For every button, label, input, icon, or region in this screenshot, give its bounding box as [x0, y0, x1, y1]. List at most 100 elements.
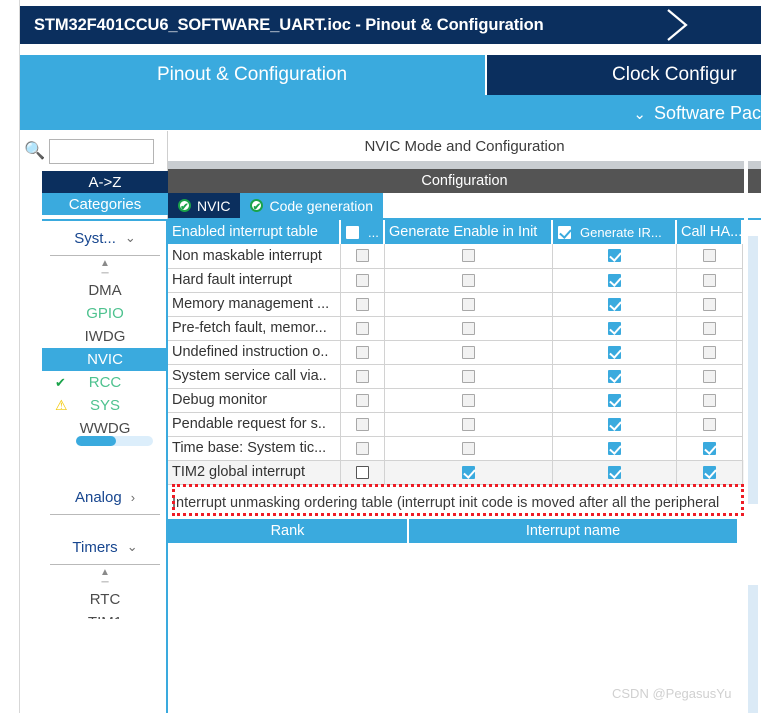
enabled-checkbox[interactable]: [355, 249, 369, 263]
tab-pinout-configuration[interactable]: Pinout & Configuration: [20, 55, 484, 95]
col-rank[interactable]: Rank: [168, 518, 409, 543]
generate-enable-checkbox[interactable]: [461, 393, 475, 407]
tab-nvic[interactable]: ✔ NVIC: [168, 193, 241, 218]
cell-call-hal[interactable]: [676, 244, 743, 269]
cell-enabled[interactable]: [340, 460, 385, 485]
cell-call-hal[interactable]: [676, 340, 743, 365]
call-hal-checkbox[interactable]: [702, 417, 716, 431]
software-packs-menu[interactable]: ⌄ Software Pac: [20, 97, 761, 130]
tab-code-generation[interactable]: ✔ Code generation: [240, 193, 383, 218]
cell-generate-irq[interactable]: [552, 316, 677, 341]
cell-generate-enable[interactable]: [384, 268, 553, 293]
enable-all-checkbox[interactable]: [346, 225, 359, 239]
cell-call-hal[interactable]: [676, 292, 743, 317]
cell-generate-enable[interactable]: [384, 460, 553, 485]
cell-call-hal[interactable]: [676, 412, 743, 437]
enabled-checkbox[interactable]: [355, 369, 369, 383]
generate-enable-checkbox[interactable]: [461, 249, 475, 263]
col-enable-all[interactable]: ...: [340, 220, 385, 244]
table-row[interactable]: Undefined instruction o..: [168, 340, 754, 365]
cell-call-hal[interactable]: [676, 316, 743, 341]
sidebar-item-gpio[interactable]: GPIO: [42, 302, 168, 325]
cell-call-hal[interactable]: [676, 268, 743, 293]
generate-enable-checkbox[interactable]: [461, 321, 475, 335]
col-generate-enable-in-init[interactable]: Generate Enable in Init: [384, 220, 553, 244]
generate-irq-checkbox[interactable]: [607, 321, 621, 335]
generate-enable-checkbox[interactable]: [461, 369, 475, 383]
call-hal-checkbox[interactable]: [702, 321, 716, 335]
table-row[interactable]: Hard fault interrupt: [168, 268, 754, 293]
cell-enabled[interactable]: [340, 292, 385, 317]
cell-generate-enable[interactable]: [384, 436, 553, 461]
enabled-checkbox[interactable]: [355, 321, 369, 335]
cell-call-hal[interactable]: [676, 388, 743, 413]
enabled-checkbox[interactable]: [355, 297, 369, 311]
generate-irq-checkbox[interactable]: [607, 417, 621, 431]
col-generate-irq[interactable]: Generate IR...: [552, 220, 677, 244]
generate-irq-checkbox[interactable]: [607, 441, 621, 455]
generate-irq-checkbox[interactable]: [607, 393, 621, 407]
cell-generate-irq[interactable]: [552, 268, 677, 293]
scroll-up-spinner-icon-timers[interactable]: ▲ ─: [42, 565, 168, 588]
call-hal-checkbox[interactable]: [702, 465, 716, 479]
table-row[interactable]: TIM2 global interrupt: [168, 460, 754, 485]
sidebar-item-nvic[interactable]: NVIC: [42, 348, 168, 371]
tab-clock-configuration[interactable]: Clock Configur: [485, 55, 761, 95]
sidebar-group-analog[interactable]: Analog ›: [42, 480, 168, 514]
enabled-checkbox[interactable]: [355, 345, 369, 359]
table-row[interactable]: System service call via..: [168, 364, 754, 389]
cell-generate-irq[interactable]: [552, 388, 677, 413]
table-row[interactable]: Pendable request for s..: [168, 412, 754, 437]
table-row[interactable]: Debug monitor: [168, 388, 754, 413]
generate-enable-checkbox[interactable]: [461, 465, 475, 479]
call-hal-checkbox[interactable]: [702, 297, 716, 311]
sidebar-item-rtc[interactable]: RTC: [42, 588, 168, 611]
table-row[interactable]: Memory management ...: [168, 292, 754, 317]
cell-generate-enable[interactable]: [384, 340, 553, 365]
cell-enabled[interactable]: [340, 388, 385, 413]
generate-irq-checkbox[interactable]: [607, 273, 621, 287]
call-hal-checkbox[interactable]: [702, 393, 716, 407]
cell-enabled[interactable]: [340, 316, 385, 341]
table-scrollbar[interactable]: [748, 236, 758, 504]
generate-irq-all-checkbox[interactable]: [558, 225, 571, 239]
cell-enabled[interactable]: [340, 268, 385, 293]
cell-enabled[interactable]: [340, 412, 385, 437]
sidebar-group-system[interactable]: Syst... ⌄: [42, 221, 168, 255]
cell-call-hal[interactable]: [676, 460, 743, 485]
cell-generate-irq[interactable]: [552, 460, 677, 485]
call-hal-checkbox[interactable]: [702, 345, 716, 359]
cell-enabled[interactable]: [340, 244, 385, 269]
call-hal-checkbox[interactable]: [702, 249, 716, 263]
cell-generate-irq[interactable]: [552, 412, 677, 437]
search-input[interactable]: [49, 138, 154, 164]
cell-generate-irq[interactable]: [552, 244, 677, 269]
generate-enable-checkbox[interactable]: [461, 273, 475, 287]
call-hal-checkbox[interactable]: [702, 369, 716, 383]
col-enabled-interrupt-table[interactable]: Enabled interrupt table: [168, 220, 341, 244]
sidebar-item-tim1[interactable]: TIM1: [42, 611, 168, 619]
cell-generate-irq[interactable]: [552, 436, 677, 461]
col-call-hal-handler[interactable]: Call HA...: [676, 220, 743, 244]
call-hal-checkbox[interactable]: [702, 441, 716, 455]
generate-irq-checkbox[interactable]: [607, 345, 621, 359]
generate-irq-checkbox[interactable]: [607, 465, 621, 479]
sidebar-item-rcc[interactable]: ✔ RCC: [42, 371, 168, 394]
generate-enable-checkbox[interactable]: [461, 345, 475, 359]
cell-generate-irq[interactable]: [552, 364, 677, 389]
generate-irq-checkbox[interactable]: [607, 297, 621, 311]
categories-button[interactable]: Categories: [42, 193, 168, 215]
call-hal-checkbox[interactable]: [702, 273, 716, 287]
cell-generate-enable[interactable]: [384, 292, 553, 317]
sidebar-item-dma[interactable]: DMA: [42, 279, 168, 302]
cell-generate-enable[interactable]: [384, 388, 553, 413]
generate-enable-checkbox[interactable]: [461, 297, 475, 311]
enabled-checkbox[interactable]: [355, 273, 369, 287]
cell-generate-enable[interactable]: [384, 316, 553, 341]
sort-az-button[interactable]: A->Z: [42, 171, 168, 193]
generate-enable-checkbox[interactable]: [461, 441, 475, 455]
enabled-checkbox[interactable]: [355, 393, 369, 407]
sidebar-item-iwdg[interactable]: IWDG: [42, 325, 168, 348]
generate-irq-checkbox[interactable]: [607, 249, 621, 263]
cell-generate-enable[interactable]: [384, 244, 553, 269]
